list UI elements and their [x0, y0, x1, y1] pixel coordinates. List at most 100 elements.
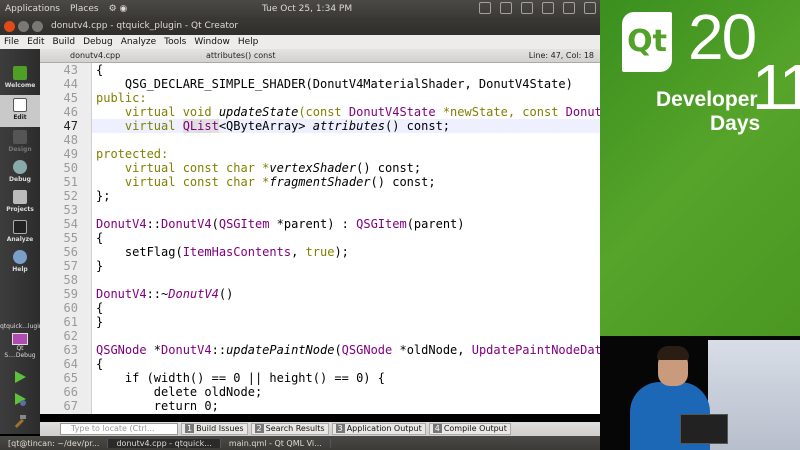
line-number: 43 — [63, 63, 78, 77]
tray-icons — [479, 2, 596, 14]
line-number: 45 — [63, 91, 78, 105]
minimize-window-button[interactable] — [18, 20, 29, 32]
qt-logo-icon — [13, 66, 27, 80]
build-hammer-button[interactable] — [12, 413, 28, 429]
help-icon — [13, 250, 27, 264]
launcher-icons[interactable]: ⚙ ◉ — [104, 4, 133, 14]
menu-analyze[interactable]: Analyze — [117, 37, 160, 47]
line-number: 56 — [63, 245, 78, 259]
code-line: QSG_DECLARE_SIMPLE_SHADER(DonutV4Materia… — [96, 77, 573, 91]
year-top: 20 — [688, 1, 757, 73]
line-number: 66 — [63, 385, 78, 399]
line-number: 57 — [63, 259, 78, 273]
taskbar-terminal[interactable]: [qt@tincan: ~/dev/pr... — [0, 438, 109, 448]
debug-bug-icon — [13, 160, 27, 174]
mode-help[interactable]: Help — [0, 247, 40, 279]
symbol-selector[interactable]: attributes() const — [200, 51, 529, 60]
code-line: QSGNode *DonutV4::updatePaintNode(QSGNod… — [96, 343, 610, 357]
mode-projects[interactable]: Projects — [0, 187, 40, 219]
applications-menu[interactable]: Applications — [0, 4, 65, 14]
menu-help[interactable]: Help — [234, 37, 263, 47]
line-number: 53 — [63, 203, 78, 217]
maximize-window-button[interactable] — [32, 20, 43, 32]
code-line: DonutV4::~DonutV4() — [96, 287, 234, 301]
line-number: 51 — [63, 175, 78, 189]
code-line: { — [96, 63, 104, 77]
menu-edit[interactable]: Edit — [23, 37, 48, 47]
code-line: } — [96, 315, 104, 329]
line-number: 65 — [63, 371, 78, 385]
mode-design[interactable]: Design — [0, 127, 40, 159]
kit-config: Qt S....Debug — [4, 345, 36, 359]
line-number: 62 — [63, 329, 78, 343]
mode-selector-sidebar: Welcome Edit Design Debug Projects Analy… — [0, 49, 43, 434]
debug-run-button[interactable] — [12, 391, 28, 407]
run-button[interactable] — [12, 369, 28, 385]
code-line: { — [96, 357, 104, 371]
panel-clock[interactable]: Tue Oct 25, 1:34 PM — [262, 4, 352, 14]
power-icon[interactable] — [584, 2, 596, 14]
conference-banner: Qt 20 11 Developer Days — [600, 0, 800, 336]
tab-application-output[interactable]: 3 Application Output — [331, 423, 426, 435]
menu-file[interactable]: File — [0, 37, 23, 47]
code-line: { — [96, 231, 104, 245]
kit-selector[interactable]: Qt S....Debug — [0, 333, 40, 359]
mode-debug[interactable]: Debug — [0, 157, 40, 189]
window-title-bar[interactable]: donutv4.cpp - qtquick_plugin - Qt Creato… — [0, 17, 600, 35]
tab-search-results[interactable]: 2 Search Results — [250, 423, 329, 435]
line-number: 46 — [63, 105, 78, 119]
taskbar-qtcreator[interactable]: donutv4.cpp - qtquick... — [108, 438, 221, 448]
code-line-current: virtual QList<QByteArray> attributes() c… — [96, 119, 451, 133]
mode-edit[interactable]: Edit — [0, 95, 40, 127]
places-menu[interactable]: Places — [65, 4, 104, 14]
presenter-video — [600, 336, 800, 450]
line-number: 49 — [63, 147, 78, 161]
monitor-icon[interactable] — [479, 2, 491, 14]
locator-input[interactable]: Type to locate (Ctrl... — [60, 423, 178, 435]
line-number: 61 — [63, 315, 78, 329]
window-title: donutv4.cpp - qtquick_plugin - Qt Creato… — [51, 21, 239, 31]
tab-compile-output[interactable]: 4 Compile Output — [428, 423, 511, 435]
line-number: 50 — [63, 161, 78, 175]
file-selector[interactable]: donutv4.cpp — [40, 51, 200, 60]
code-line: DonutV4::DonutV4(QSGItem *parent) : QSGI… — [96, 217, 465, 231]
line-number: 58 — [63, 273, 78, 287]
line-number: 44 — [63, 77, 78, 91]
projects-wrench-icon — [13, 190, 27, 204]
laptop — [680, 414, 728, 444]
menu-debug[interactable]: Debug — [79, 37, 117, 47]
banner-line1: Developer — [656, 88, 758, 111]
document-edit-icon — [13, 98, 27, 112]
mode-welcome[interactable]: Welcome — [0, 63, 40, 95]
network-icon[interactable] — [563, 2, 575, 14]
line-number: 63 — [63, 343, 78, 357]
bottom-taskbar: [qt@tincan: ~/dev/pr... donutv4.cpp - qt… — [0, 436, 600, 450]
code-line: if (width() == 0 || height() == 0) { — [96, 371, 385, 385]
line-number: 55 — [63, 231, 78, 245]
code-line: setFlag(ItemHasContents, true); — [96, 245, 349, 259]
taskbar-qml-viewer[interactable]: main.qml - Qt QML Vi... — [221, 438, 331, 448]
code-line: { — [96, 301, 104, 315]
output-pane-bar: Type to locate (Ctrl... 1 Build Issues 2S… — [40, 422, 600, 436]
menu-window[interactable]: Window — [190, 37, 234, 47]
line-number: 47 — [63, 119, 78, 133]
menu-build[interactable]: Build — [49, 37, 80, 47]
bluetooth-icon[interactable] — [542, 2, 554, 14]
line-number: 54 — [63, 217, 78, 231]
design-pen-icon — [13, 130, 27, 144]
line-number: 48 — [63, 133, 78, 147]
mode-analyze[interactable]: Analyze — [0, 217, 40, 249]
line-number: 60 — [63, 301, 78, 315]
mail-icon[interactable] — [500, 2, 512, 14]
code-line: return 0; — [96, 399, 219, 413]
code-line: virtual const char *fragmentShader() con… — [96, 175, 436, 189]
menu-tools[interactable]: Tools — [160, 37, 190, 47]
close-window-button[interactable] — [4, 20, 15, 32]
editor-toolbar: donutv4.cpp attributes() const Line: 47,… — [40, 49, 600, 63]
volume-icon[interactable] — [521, 2, 533, 14]
window-controls — [4, 20, 43, 32]
analyze-monitor-icon — [13, 220, 27, 234]
line-number: 64 — [63, 357, 78, 371]
code-line: public: — [96, 91, 147, 105]
tab-build-issues[interactable]: 1 Build Issues — [181, 423, 248, 435]
